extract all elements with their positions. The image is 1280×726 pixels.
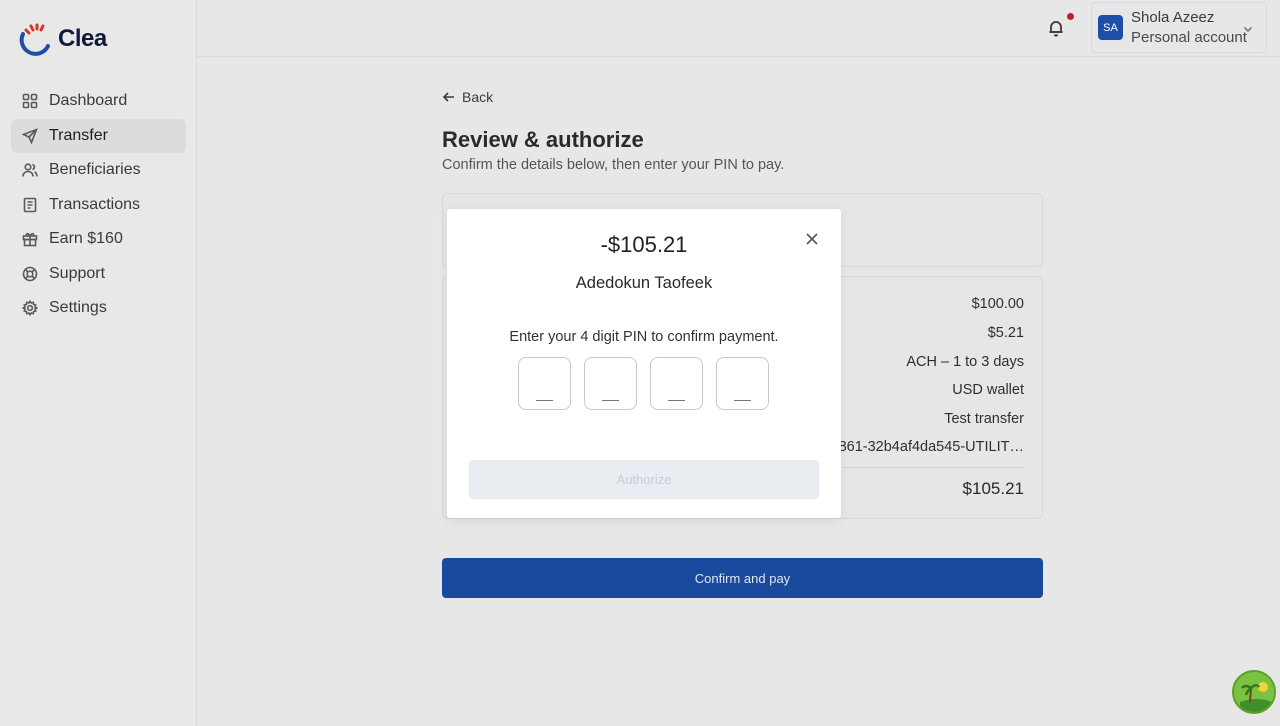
confirm-and-pay-button[interactable]: Confirm and pay: [442, 558, 1043, 598]
account-switcher[interactable]: SA Shola Azeez Personal account: [1091, 2, 1267, 53]
sidebar-item-transactions[interactable]: Transactions: [11, 188, 186, 223]
sidebar-item-label: Transfer: [49, 126, 108, 144]
detail-value-method: ACH – 1 to 3 days: [906, 354, 1024, 370]
chevron-down-icon: [1242, 22, 1254, 34]
notification-bell-icon[interactable]: [1047, 19, 1065, 37]
account-name: Shola Azeez: [1131, 8, 1215, 26]
sidebar-item-label: Settings: [49, 299, 107, 317]
sidebar-item-earn[interactable]: Earn $160: [11, 222, 186, 257]
pin-digit-2[interactable]: [584, 357, 637, 410]
detail-value-fee: $5.21: [987, 325, 1024, 341]
page-title: Review & authorize: [442, 127, 644, 152]
users-icon: [22, 162, 38, 178]
send-icon: [22, 127, 38, 144]
sidebar-item-beneficiaries[interactable]: Beneficiaries: [11, 153, 186, 188]
pin-prompt: Enter your 4 digit PIN to confirm paymen…: [509, 329, 779, 345]
detail-value-reference: 0861-32b4af4da545-UTILIT…: [830, 439, 1024, 455]
grid-icon: [22, 93, 38, 109]
sidebar-item-label: Earn $160: [49, 230, 123, 248]
pin-digit-1[interactable]: [518, 357, 571, 410]
lifebuoy-icon: [22, 266, 38, 282]
receipt-icon: [22, 197, 38, 213]
sidebar-nav: Dashboard Transfer Beneficiaries Transac…: [11, 84, 186, 326]
modal-recipient: Adedokun Taofeek: [575, 274, 713, 292]
sidebar-item-settings[interactable]: Settings: [11, 291, 186, 326]
authorize-button[interactable]: Authorize: [469, 460, 819, 499]
sidebar-item-label: Transactions: [49, 195, 140, 213]
brand-name: Clea: [58, 25, 107, 52]
detail-total: $105.21: [962, 479, 1024, 498]
notification-dot: [1067, 13, 1074, 20]
gear-icon: [22, 300, 38, 317]
detail-value-note: Test transfer: [944, 411, 1024, 427]
account-type: Personal account: [1131, 28, 1247, 46]
modal-amount: -$105.21: [600, 232, 688, 257]
brand-logo[interactable]: Clea: [18, 22, 107, 56]
gift-icon: [22, 231, 38, 247]
sidebar-item-support[interactable]: Support: [11, 257, 186, 292]
chat-widget-icon[interactable]: [1232, 670, 1276, 714]
sidebar-item-label: Support: [49, 264, 106, 282]
detail-value-amount: $100.00: [971, 296, 1024, 312]
pin-modal: -$105.21 Adedokun Taofeek Enter your 4 d…: [447, 209, 841, 518]
pin-input-group: [518, 357, 769, 410]
divider: [843, 467, 1024, 468]
sidebar-item-transfer[interactable]: Transfer: [11, 118, 186, 153]
clea-logo-icon: [19, 23, 50, 56]
avatar: SA: [1098, 15, 1123, 40]
detail-value-source: USD wallet: [952, 382, 1024, 398]
arrow-left-icon: [442, 92, 454, 102]
back-label: Back: [462, 89, 494, 105]
pin-digit-3[interactable]: [650, 357, 703, 410]
page-subtitle: Confirm the details below, then enter yo…: [442, 157, 785, 173]
pin-digit-4[interactable]: [716, 357, 769, 410]
sidebar-item-label: Dashboard: [49, 92, 128, 110]
back-link[interactable]: Back: [442, 89, 493, 105]
sidebar-item-dashboard[interactable]: Dashboard: [11, 84, 186, 119]
sidebar: Clea Dashboard Transfer Beneficiaries Tr…: [0, 0, 197, 726]
sidebar-item-label: Beneficiaries: [49, 161, 141, 179]
